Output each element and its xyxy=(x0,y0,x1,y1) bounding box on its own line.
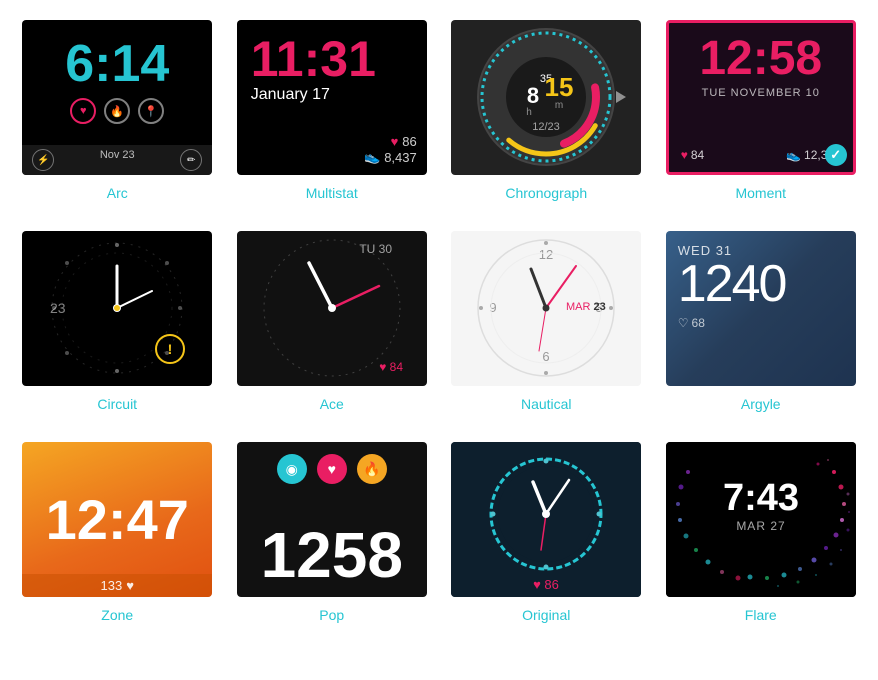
moment-heart-row: ♥ 84 xyxy=(681,148,704,162)
moment-label: Moment xyxy=(735,185,786,201)
svg-text:♥ 86: ♥ 86 xyxy=(533,577,559,592)
zone-stat-bar: 133 ♥ xyxy=(22,574,212,597)
pop-icons-row: ◉ ♥ 🔥 xyxy=(237,442,427,484)
arc-icons: ♥ 🔥 📍 xyxy=(22,98,212,124)
multistat-date: January 17 xyxy=(251,86,413,104)
svg-text:15: 15 xyxy=(545,72,574,102)
watch-item-circuit[interactable]: 23 ! Circuit xyxy=(20,231,215,412)
circuit-svg: 23 ! xyxy=(22,231,212,386)
svg-text:7:43: 7:43 xyxy=(723,477,799,519)
arc-left-icon: ⚡ xyxy=(32,149,54,171)
arc-time: 6:14 xyxy=(22,20,212,90)
svg-text:6: 6 xyxy=(543,349,550,364)
moment-date: TUE NOVEMBER 10 xyxy=(681,87,841,99)
svg-text:8: 8 xyxy=(527,83,539,108)
zone-time: 12:47 xyxy=(46,492,189,548)
watch-face-original[interactable]: ♥ 86 xyxy=(451,442,641,597)
argyle-heart-val: 68 xyxy=(692,316,705,330)
multistat-steps-row: 👟 8,437 xyxy=(364,149,417,165)
svg-text:12/23: 12/23 xyxy=(532,121,560,133)
watch-face-nautical[interactable]: 12 3 6 9 MAR 23 xyxy=(451,231,641,386)
watch-item-pop[interactable]: ◉ ♥ 🔥 1258 Pop xyxy=(235,442,430,623)
zone-steps-val: 133 xyxy=(101,578,123,593)
svg-text:MAR 23: MAR 23 xyxy=(566,301,606,313)
nautical-label: Nautical xyxy=(521,396,572,412)
flare-svg: 7:43 MAR 27 xyxy=(666,442,856,597)
watch-item-flare[interactable]: 7:43 MAR 27 Flare xyxy=(664,442,859,623)
multistat-steps-val: 8,437 xyxy=(384,150,417,165)
watch-face-chronograph[interactable]: 35 8 h 15 m 12/23 xyxy=(451,20,641,175)
watch-face-flare[interactable]: 7:43 MAR 27 xyxy=(666,442,856,597)
arc-label: Arc xyxy=(107,185,128,201)
svg-text:MAR 27: MAR 27 xyxy=(736,519,785,533)
watch-face-arc[interactable]: 6:14 ♥ 🔥 📍 ⚡ Nov 23 ✏ xyxy=(22,20,212,175)
watch-face-circuit[interactable]: 23 ! xyxy=(22,231,212,386)
argyle-heart-icon: ♡ xyxy=(678,316,689,330)
arc-bottom-bar: ⚡ Nov 23 ✏ xyxy=(22,145,212,175)
svg-text:♥ 84: ♥ 84 xyxy=(379,360,403,374)
watch-item-chronograph[interactable]: 35 8 h 15 m 12/23 Chronograph xyxy=(449,20,644,201)
moment-selected-badge: ✓ xyxy=(825,144,847,166)
pop-activity-icon: ◉ xyxy=(277,454,307,484)
moment-steps-icon: 👟 xyxy=(786,148,801,162)
arc-heart-icon: ♥ xyxy=(70,98,96,124)
argyle-label: Argyle xyxy=(741,396,781,412)
watch-item-nautical[interactable]: 12 3 6 9 MAR 23 Nautical xyxy=(449,231,644,412)
multistat-stats: ♥ 86 👟 8,437 xyxy=(364,134,417,165)
watch-item-multistat[interactable]: 11:31 January 17 ♥ 86 👟 8,437 Multistat xyxy=(235,20,430,201)
multistat-heart-row: ♥ 86 xyxy=(364,134,417,149)
watch-item-argyle[interactable]: WED 31 1240 ♡ 68 Argyle xyxy=(664,231,859,412)
svg-text:TU 30: TU 30 xyxy=(359,242,392,256)
watch-item-zone[interactable]: 12:47 133 ♥ Zone xyxy=(20,442,215,623)
svg-text:12: 12 xyxy=(539,247,553,262)
svg-text:!: ! xyxy=(168,341,173,357)
watch-face-multistat[interactable]: 11:31 January 17 ♥ 86 👟 8,437 xyxy=(237,20,427,175)
nautical-svg: 12 3 6 9 MAR 23 xyxy=(451,231,641,386)
chronograph-label: Chronograph xyxy=(505,185,587,201)
svg-text:9: 9 xyxy=(490,300,497,315)
watch-item-ace[interactable]: TU 30 ♥ 84 Ace xyxy=(235,231,430,412)
multistat-label: Multistat xyxy=(306,185,358,201)
argyle-time: 1240 xyxy=(678,258,844,310)
arc-right-icon: ✏ xyxy=(180,149,202,171)
watch-face-moment[interactable]: 12:58 TUE NOVEMBER 10 ♥ 84 👟 12,345 ✓ xyxy=(666,20,856,175)
pop-heart-icon: ♥ xyxy=(317,454,347,484)
chronograph-svg: 35 8 h 15 m 12/23 xyxy=(451,20,641,175)
arc-location-icon: 📍 xyxy=(138,98,164,124)
watch-item-original[interactable]: ♥ 86 Original xyxy=(449,442,644,623)
flare-label: Flare xyxy=(745,607,777,623)
watch-item-moment[interactable]: 12:58 TUE NOVEMBER 10 ♥ 84 👟 12,345 ✓ Mo… xyxy=(664,20,859,201)
arc-flame-icon: 🔥 xyxy=(104,98,130,124)
moment-time: 12:58 xyxy=(681,35,841,83)
watch-face-ace[interactable]: TU 30 ♥ 84 xyxy=(237,231,427,386)
ace-svg: TU 30 ♥ 84 xyxy=(237,231,427,386)
arc-date: Nov 23 xyxy=(100,149,135,171)
original-label: Original xyxy=(522,607,570,623)
watch-face-grid: 6:14 ♥ 🔥 📍 ⚡ Nov 23 ✏ Arc 11:31 January … xyxy=(20,20,858,623)
pop-flame-icon: 🔥 xyxy=(357,454,387,484)
circuit-label: Circuit xyxy=(97,396,137,412)
zone-label: Zone xyxy=(101,607,133,623)
multistat-steps-icon: 👟 xyxy=(364,149,380,165)
zone-heart-icon: ♥ xyxy=(126,578,134,593)
pop-label: Pop xyxy=(319,607,344,623)
watch-face-pop[interactable]: ◉ ♥ 🔥 1258 xyxy=(237,442,427,597)
multistat-time: 11:31 xyxy=(251,34,413,84)
moment-heart-icon: ♥ xyxy=(681,148,688,162)
multistat-heart-icon: ♥ xyxy=(391,134,399,149)
svg-text:h: h xyxy=(526,107,532,118)
multistat-heart-val: 86 xyxy=(402,134,416,149)
ace-label: Ace xyxy=(320,396,344,412)
svg-text:m: m xyxy=(555,100,563,111)
watch-item-arc[interactable]: 6:14 ♥ 🔥 📍 ⚡ Nov 23 ✏ Arc xyxy=(20,20,215,201)
original-svg: ♥ 86 xyxy=(451,442,641,597)
watch-face-zone[interactable]: 12:47 133 ♥ xyxy=(22,442,212,597)
moment-heart-val: 84 xyxy=(691,148,704,162)
svg-text:23: 23 xyxy=(50,300,66,316)
watch-face-argyle[interactable]: WED 31 1240 ♡ 68 xyxy=(666,231,856,386)
argyle-heart-row: ♡ 68 xyxy=(678,316,844,330)
pop-time: 1258 xyxy=(237,523,427,587)
